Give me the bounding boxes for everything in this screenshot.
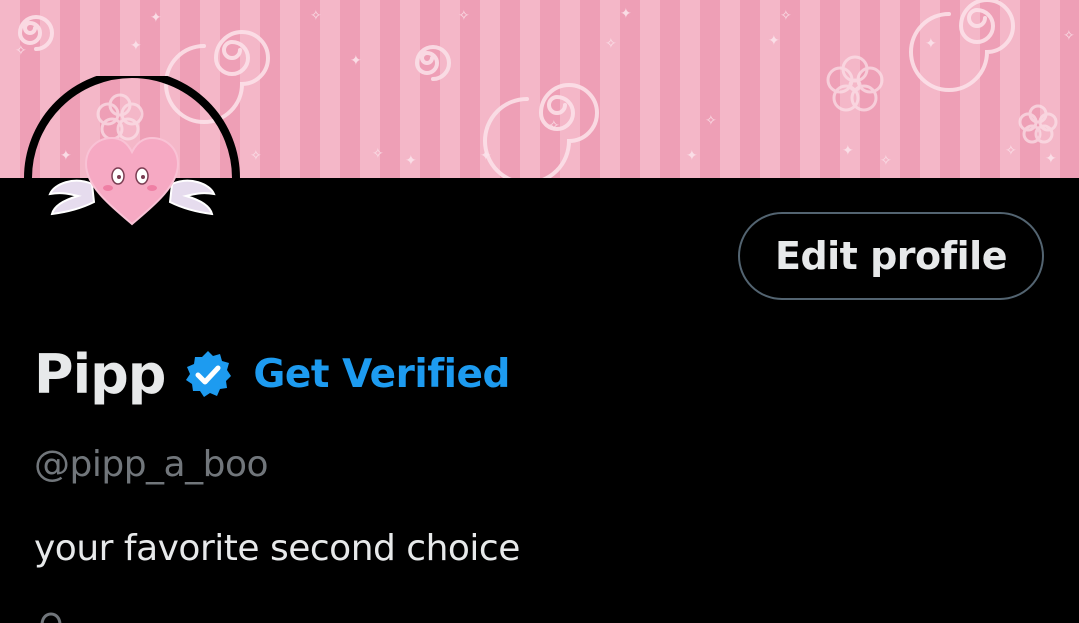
svg-text:✦: ✦ [130, 38, 142, 54]
svg-text:✧: ✧ [880, 153, 892, 169]
display-name: Pipp [34, 342, 166, 406]
svg-text:✦: ✦ [686, 148, 698, 164]
svg-text:✧: ✧ [705, 113, 717, 129]
svg-text:✦: ✦ [350, 53, 362, 69]
svg-text:✦: ✦ [620, 6, 632, 22]
profile-name-row: Pipp Get Verified [34, 336, 510, 412]
svg-text:✧: ✧ [605, 36, 617, 52]
edit-profile-label: Edit profile [775, 234, 1007, 278]
svg-text:✦: ✦ [768, 33, 780, 49]
profile-banner[interactable]: ✦ ✧ ✦ ✧ ✦ ✧ ✦ ✧ ✦ ✧ ✦ ✧ ✦ ✧ ✦ ✧ ✦ ✧ ✦ ✧ [0, 0, 1079, 178]
svg-text:✦: ✦ [1045, 151, 1057, 167]
svg-text:✧: ✧ [780, 8, 792, 24]
svg-text:✧: ✧ [15, 43, 27, 59]
profile-page: ✦ ✧ ✦ ✧ ✦ ✧ ✦ ✧ ✦ ✧ ✦ ✧ ✦ ✧ ✦ ✧ ✦ ✧ ✦ ✧ [0, 0, 1079, 623]
svg-text:✦: ✦ [480, 148, 492, 164]
svg-text:✧: ✧ [548, 118, 560, 134]
banner-pattern: ✦ ✧ ✦ ✧ ✦ ✧ ✦ ✧ ✦ ✧ ✦ ✧ ✦ ✧ ✦ ✧ ✦ ✧ ✦ ✧ [0, 0, 1079, 178]
svg-text:✦: ✦ [842, 143, 854, 159]
location-icon [36, 610, 66, 623]
svg-text:✧: ✧ [310, 8, 322, 24]
svg-text:✦: ✦ [150, 10, 162, 26]
svg-text:✦: ✦ [925, 36, 937, 52]
verified-badge-icon[interactable] [183, 349, 233, 399]
svg-text:✧: ✧ [250, 148, 262, 164]
svg-text:✧: ✧ [372, 146, 384, 162]
svg-text:✧: ✧ [1063, 28, 1075, 44]
get-verified-link[interactable]: Get Verified [253, 352, 510, 397]
profile-bio: your favorite second choice [34, 528, 520, 569]
svg-text:✧: ✧ [458, 8, 470, 24]
svg-text:✧: ✧ [1005, 143, 1017, 159]
profile-handle: @pipp_a_boo [34, 444, 269, 485]
edit-profile-button[interactable]: Edit profile [738, 212, 1044, 300]
svg-text:✦: ✦ [405, 153, 417, 169]
svg-text:✦: ✦ [60, 148, 72, 164]
